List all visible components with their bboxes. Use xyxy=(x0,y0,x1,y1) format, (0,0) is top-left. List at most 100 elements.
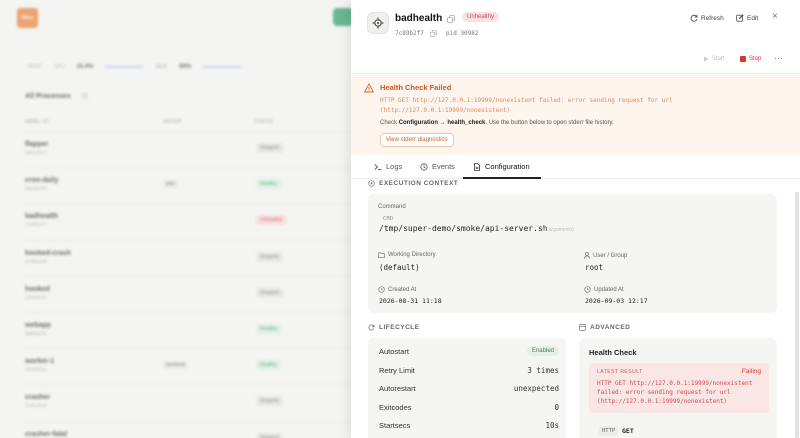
tab-logs[interactable]: Logs xyxy=(374,162,402,171)
cpu-bar xyxy=(105,66,144,68)
clock-icon xyxy=(584,286,591,293)
process-row-group: jobs xyxy=(163,180,179,189)
file-icon xyxy=(474,162,480,171)
updated-at-label: Updated At xyxy=(584,286,624,293)
updated-at-value: 2026-09-03 12:17 xyxy=(585,297,648,305)
process-row[interactable]: badhealth 7c89b2f7 Unhealthy xyxy=(25,203,355,231)
lifecycle-row-value: Enabled xyxy=(526,346,559,356)
more-options-button[interactable]: ··· xyxy=(774,53,783,63)
method-tag: HTTP xyxy=(599,426,619,436)
lifecycle-row-label: Autostart xyxy=(379,347,410,356)
drawer-header: badhealth Unhealthy 7c89b2f7 pid 30982 R… xyxy=(351,0,800,50)
lifecycle-row: Autostart Enabled xyxy=(379,346,559,356)
process-row-name: crasher-fatal xyxy=(25,430,68,438)
process-row-name: cron-daily xyxy=(25,177,59,185)
new-process-button[interactable] xyxy=(333,8,353,26)
tab-configuration[interactable]: Configuration xyxy=(473,162,530,171)
terminal-icon xyxy=(374,163,382,170)
lifecycle-label: LIFECYCLE xyxy=(379,324,420,331)
column-group: GROUP xyxy=(163,119,182,125)
execution-context-label: EXECUTION CONTEXT xyxy=(379,180,459,187)
process-detail-drawer: badhealth Unhealthy 7c89b2f7 pid 30982 R… xyxy=(351,0,800,438)
tab-configuration-label: Configuration xyxy=(485,162,530,171)
history-icon xyxy=(420,162,428,171)
lifecycle-row: Exitcodes 0 xyxy=(379,403,559,412)
created-at-label-text: Created At xyxy=(388,286,417,293)
view-stderr-button[interactable]: View stderr diagnostics xyxy=(380,133,454,147)
stat-host-label: HOST xyxy=(28,64,42,70)
process-icon xyxy=(367,12,389,34)
process-count: 11 xyxy=(80,93,89,100)
column-name: NAME / ID xyxy=(25,119,49,125)
column-status: STATUS xyxy=(254,119,273,125)
mem-bar xyxy=(203,66,242,68)
process-row-id: 7c89b2f7 xyxy=(25,223,47,229)
close-button[interactable]: × xyxy=(772,11,778,22)
process-id: 7c89b2f7 xyxy=(395,30,424,37)
refresh-button[interactable]: Refresh xyxy=(690,14,724,22)
system-stats: HOST CPU 15.4% MEM 69% xyxy=(28,64,242,70)
edit-icon xyxy=(736,14,744,22)
process-row-status: Stopped xyxy=(256,287,283,298)
process-row-name: flapper xyxy=(25,141,49,148)
process-row[interactable]: flapper 68da3473 Stopped xyxy=(25,131,355,159)
box-icon xyxy=(579,324,586,331)
execution-context-title: EXECUTION CONTEXT xyxy=(368,180,458,187)
lifecycle-row: Autorestart unexpected xyxy=(379,384,559,393)
workdir-label-text: Working Directory xyxy=(388,252,436,258)
process-row[interactable]: cron-daily 9024b793 jobs Healthy xyxy=(25,167,355,195)
content-scrollbar[interactable] xyxy=(795,192,799,438)
process-list-title-text: All Processes xyxy=(25,93,71,100)
process-row-name: crasher xyxy=(25,394,51,402)
cmd-tag: CMD xyxy=(383,216,394,222)
process-row[interactable]: worker-1 1839553e backend Healthy xyxy=(25,348,355,376)
lifecycle-row-value: unexpected xyxy=(513,384,559,393)
tab-events[interactable]: Events xyxy=(420,162,455,171)
process-row-name: worker-1 xyxy=(25,358,55,366)
tab-events-label: Events xyxy=(432,162,455,171)
no-arguments-hint: (no arguments) xyxy=(540,227,574,233)
alert-hint-suffix: . Use the button below to open stderr fi… xyxy=(485,120,614,126)
process-row-status: Stopped xyxy=(256,396,283,407)
start-button[interactable]: Start xyxy=(703,56,725,62)
stop-button[interactable]: Stop xyxy=(740,56,761,62)
process-row-status: Stopped xyxy=(256,432,283,438)
lifecycle-row-label: Exitcodes xyxy=(379,402,412,412)
tab-logs-label: Logs xyxy=(386,162,403,171)
execution-card: Command CMD /tmp/super-demo/smoke/api-se… xyxy=(368,194,777,313)
latest-result-message: HTTP GET http://127.0.0.1:19999/nonexist… xyxy=(597,380,753,405)
command-value: /tmp/super-demo/smoke/api-server.sh xyxy=(379,224,548,233)
process-row[interactable]: crasher-fatal4d2a8f1cStopped xyxy=(25,420,355,438)
stat-cpu-value: 15.4% xyxy=(76,64,94,70)
latest-result-box: LATEST RESULT Failing HTTP GET http://12… xyxy=(589,363,769,413)
lifecycle-row-label: Autorestart xyxy=(379,384,416,393)
status-badge: Unhealthy xyxy=(462,12,500,22)
refresh-label: Refresh xyxy=(701,14,724,22)
process-row[interactable]: hooked-crash b2904e48 Stopped xyxy=(25,239,355,268)
process-row-id: 9084b256 xyxy=(25,332,47,337)
detail-tabs: Logs Events Configuration xyxy=(351,155,800,179)
user-group-value: root xyxy=(585,263,604,272)
user-group-label-text: User / Group xyxy=(593,252,628,259)
process-row-name: hooked xyxy=(25,285,50,293)
user-group-label: User / Group xyxy=(584,252,627,259)
lifecycle-row-label: Retry Limit xyxy=(379,365,415,375)
process-list-title: All Processes 11 xyxy=(25,93,88,100)
lifecycle-row-value: 0 xyxy=(554,402,559,412)
clock-icon xyxy=(378,286,385,293)
process-row-id: 9024b793 xyxy=(25,187,47,193)
process-row-name: hooked-crash xyxy=(25,249,71,257)
health-check-title: Health Check xyxy=(589,348,637,357)
process-name: badhealth xyxy=(395,13,443,24)
stop-label: Stop xyxy=(749,56,762,62)
process-row-id: 68da3473 xyxy=(25,151,47,156)
edit-button[interactable]: Edit xyxy=(736,14,758,22)
process-row-name: badhealth xyxy=(25,213,59,221)
process-row[interactable]: hooked a28da513 Stopped xyxy=(25,275,355,304)
folder-icon xyxy=(378,252,385,258)
copy-id-icon[interactable] xyxy=(430,30,437,37)
copy-name-icon[interactable] xyxy=(447,15,455,23)
process-row[interactable]: crasher 3c9e32a3 Stopped xyxy=(25,384,355,412)
process-row-status: Stopped xyxy=(256,143,283,153)
process-row[interactable]: webapp 9084b256 Healthy xyxy=(25,312,355,340)
